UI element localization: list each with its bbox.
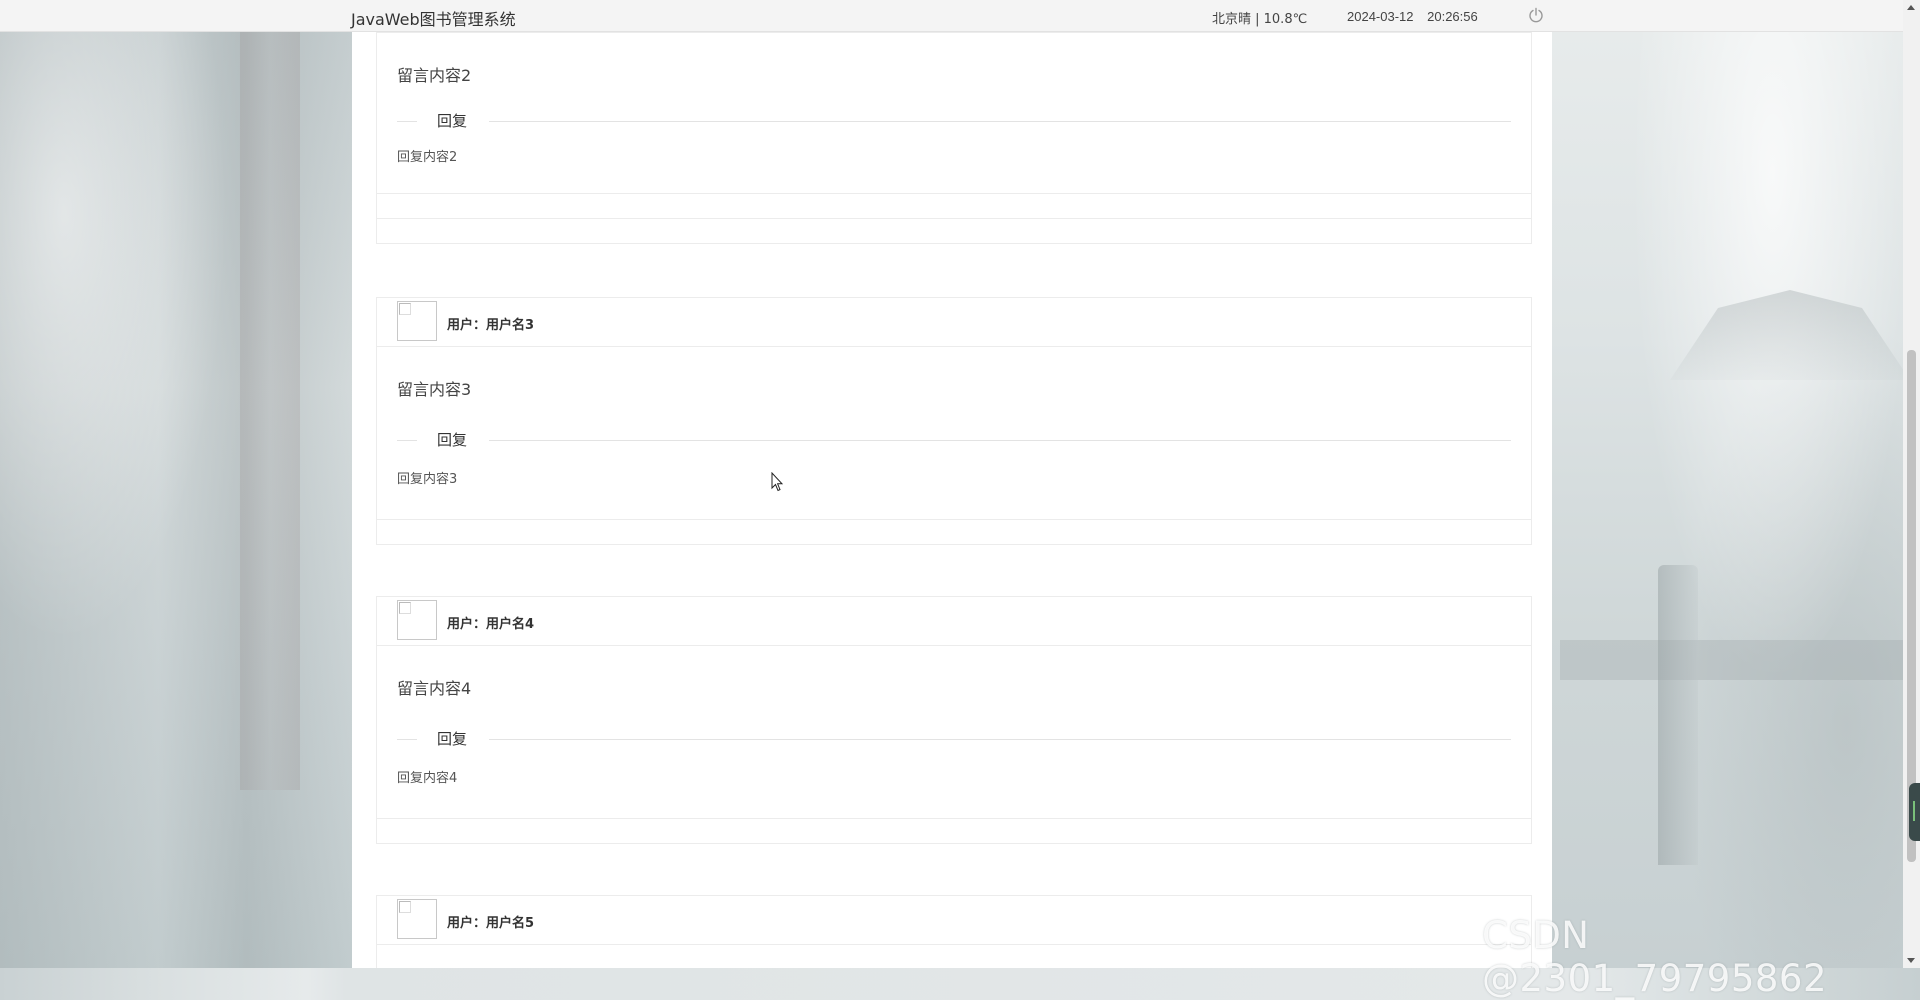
reply-title: 回复	[437, 730, 468, 748]
message-card: 留言内容2 回复 回复内容2	[376, 31, 1532, 244]
background-right	[1552, 0, 1920, 968]
mouse-cursor-icon	[771, 472, 783, 492]
card-footer	[376, 193, 1532, 219]
background-post	[1658, 565, 1698, 865]
message-content: 留言内容3	[397, 380, 472, 399]
message-board: 留言内容2 回复 回复内容2 用户：用户名3 留言内容3 回复 回复内容3 用户…	[352, 31, 1552, 968]
side-widget-tab[interactable]	[1909, 783, 1920, 841]
background-pillar	[240, 30, 300, 790]
user-label: 用户：用户名5	[447, 916, 535, 931]
avatar	[397, 600, 437, 640]
divider	[489, 121, 1511, 122]
divider	[397, 440, 417, 441]
reply-content: 回复内容2	[397, 150, 458, 165]
user-label: 用户：用户名4	[447, 617, 535, 632]
message-content: 留言内容2	[397, 66, 472, 85]
date-text: 2024-03-12	[1347, 9, 1414, 24]
time-text: 20:26:56	[1427, 9, 1478, 24]
user-label: 用户：用户名3	[447, 318, 535, 333]
background-rail	[1560, 640, 1920, 680]
reply-content: 回复内容3	[397, 472, 458, 487]
card-header: 用户：用户名4	[377, 597, 1531, 646]
card-header: 用户：用户名5	[377, 896, 1531, 945]
message-card: 用户：用户名4 留言内容4 回复 回复内容4	[376, 596, 1532, 844]
app-title: JavaWeb图书管理系统	[351, 10, 516, 29]
message-card: 用户：用户名3 留言内容3 回复 回复内容3	[376, 297, 1532, 545]
scroll-up-arrow-icon[interactable]	[1907, 5, 1915, 10]
divider	[397, 739, 417, 740]
avatar	[397, 301, 437, 341]
reply-content: 回复内容4	[397, 771, 458, 786]
reply-title: 回复	[437, 431, 468, 449]
message-content: 留言内容4	[397, 679, 472, 698]
message-card: 用户：用户名5	[376, 895, 1532, 968]
card-header: 用户：用户名3	[377, 298, 1531, 347]
card-footer	[376, 818, 1532, 844]
top-bar: JavaWeb图书管理系统 北京晴 | 10.8℃ 2024-03-12 20:…	[0, 0, 1903, 32]
weather-info: 北京晴 | 10.8℃	[1212, 12, 1308, 27]
divider	[489, 739, 1511, 740]
reply-title: 回复	[437, 112, 468, 130]
divider	[397, 121, 417, 122]
card-footer	[376, 519, 1532, 545]
avatar	[397, 899, 437, 939]
datetime: 2024-03-12 20:26:56	[1347, 9, 1478, 24]
divider	[489, 440, 1511, 441]
watermark: CSDN @2301_79795862	[1482, 914, 1827, 1000]
power-icon[interactable]	[1528, 7, 1544, 23]
